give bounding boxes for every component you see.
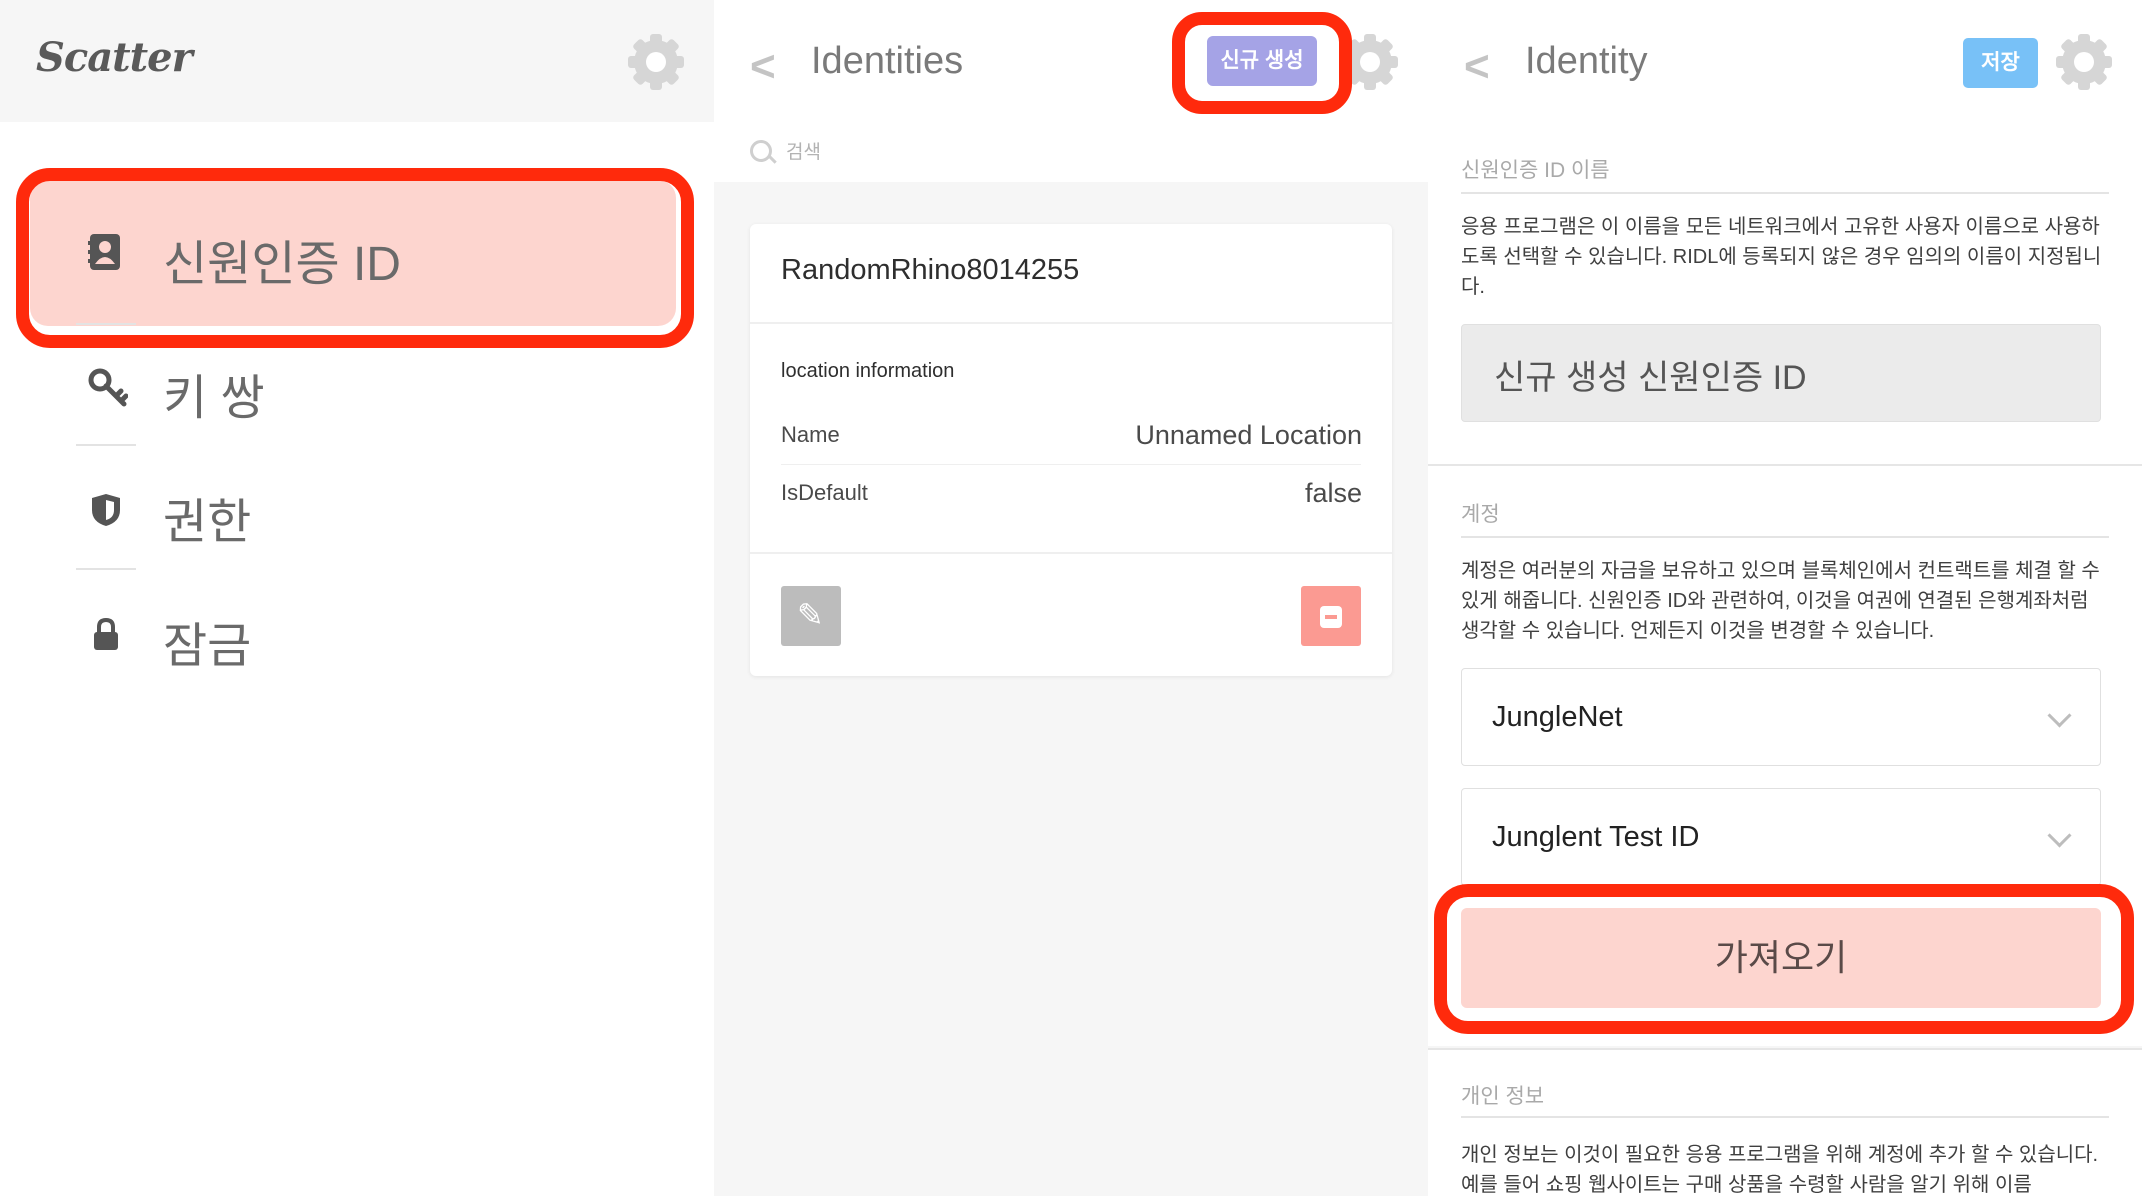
account-select-value: Junglent Test ID bbox=[1492, 821, 1700, 853]
identities-header: < Identities 신규 생성 bbox=[714, 0, 1428, 122]
divider bbox=[750, 552, 1392, 554]
sidebar-item-lock[interactable]: 잠금 bbox=[30, 568, 676, 714]
divider bbox=[1461, 192, 2109, 194]
account-section-title: 계정 bbox=[1461, 503, 1500, 526]
name-section-title: 신원인증 ID 이름 bbox=[1461, 159, 1610, 182]
search-input[interactable] bbox=[784, 134, 1188, 172]
identity-card[interactable]: RandomRhino8014255 location information … bbox=[750, 224, 1392, 676]
divider bbox=[1461, 1116, 2109, 1118]
sidebar-item-label: 권한 bbox=[163, 496, 252, 549]
back-chevron-icon[interactable]: < bbox=[1464, 42, 1490, 92]
minus-icon bbox=[1320, 606, 1342, 628]
personal-info-section-description: 개인 정보는 이것이 필요한 응용 프로그램을 위해 계정에 추가 할 수 있습… bbox=[1461, 1144, 2099, 1196]
divider bbox=[1461, 536, 2109, 538]
location-section-title: location information bbox=[781, 360, 955, 382]
identity-header: < Identity 저장 bbox=[1428, 0, 2142, 122]
new-identity-button[interactable]: 신규 생성 bbox=[1207, 36, 1317, 86]
is-default-key: IsDefault bbox=[781, 480, 868, 505]
network-select[interactable]: JungleNet bbox=[1461, 668, 2101, 766]
lock-icon bbox=[92, 617, 120, 662]
back-chevron-icon[interactable]: < bbox=[750, 42, 776, 92]
location-name-value: Unnamed Location bbox=[1135, 420, 1362, 450]
sidebar-header: Scatter bbox=[0, 0, 714, 122]
identity-name: RandomRhino8014255 bbox=[781, 254, 1080, 286]
settings-gear-icon[interactable] bbox=[2056, 37, 2112, 87]
settings-gear-icon[interactable] bbox=[1342, 37, 1398, 87]
pencil-icon: ✎ bbox=[797, 597, 824, 633]
name-section-description: 응용 프로그램은 이 이름을 모든 네트워크에서 고유한 사용자 이름으로 사용… bbox=[1461, 216, 2102, 298]
chevron-down-icon bbox=[2047, 703, 2072, 728]
edit-button[interactable]: ✎ bbox=[781, 586, 841, 646]
identity-panel: < Identity 저장 신원인증 ID 이름 응용 프로그램은 이 이름을 … bbox=[1428, 0, 2142, 1196]
page-title: Identities bbox=[811, 40, 964, 82]
page-title: Identity bbox=[1525, 40, 1648, 82]
personal-info-section: 개인 정보 개인 정보는 이것이 필요한 응용 프로그램을 위해 계정에 추가 … bbox=[1428, 1050, 2142, 1196]
personal-info-section-title: 개인 정보 bbox=[1461, 1085, 1545, 1108]
account-section-description: 계정은 여러분의 자금을 보유하고 있으며 블록체인에서 컨트랙트를 체결 할 … bbox=[1461, 560, 2100, 642]
network-select-value: JungleNet bbox=[1492, 701, 1623, 733]
shield-icon bbox=[90, 492, 122, 538]
account-select[interactable]: Junglent Test ID bbox=[1461, 788, 2101, 886]
delete-button[interactable] bbox=[1301, 586, 1361, 646]
save-button[interactable]: 저장 bbox=[1963, 38, 2038, 88]
key-icon bbox=[88, 368, 129, 418]
chevron-down-icon bbox=[2047, 823, 2072, 848]
sidebar-item-label: 신원인증 ID bbox=[163, 238, 401, 291]
import-button[interactable]: 가져오기 bbox=[1461, 908, 2101, 1008]
sidebar-item-label: 잠금 bbox=[163, 620, 252, 673]
identity-card-icon bbox=[86, 232, 122, 282]
divider bbox=[750, 322, 1392, 324]
identity-name-field[interactable] bbox=[1461, 324, 2101, 422]
settings-gear-icon[interactable] bbox=[628, 37, 684, 87]
location-name-key: Name bbox=[781, 422, 840, 447]
search-bar bbox=[714, 122, 1428, 182]
sidebar-panel: Scatter 신원인증 ID 키 쌍 권한 잠금 bbox=[0, 0, 714, 1196]
scatter-logo: Scatter bbox=[36, 34, 193, 81]
divider bbox=[781, 464, 1361, 465]
search-icon bbox=[750, 140, 772, 162]
identities-panel: < Identities 신규 생성 RandomRhino8014255 lo… bbox=[714, 0, 1428, 1196]
sidebar-item-label: 키 쌍 bbox=[163, 372, 265, 425]
sidebar-item-identities[interactable]: 신원인증 ID bbox=[30, 180, 676, 326]
name-section: 신원인증 ID 이름 응용 프로그램은 이 이름을 모든 네트워크에서 고유한 … bbox=[1428, 122, 2142, 464]
is-default-value: false bbox=[1304, 478, 1362, 508]
identity-name-input[interactable] bbox=[1492, 347, 2056, 401]
